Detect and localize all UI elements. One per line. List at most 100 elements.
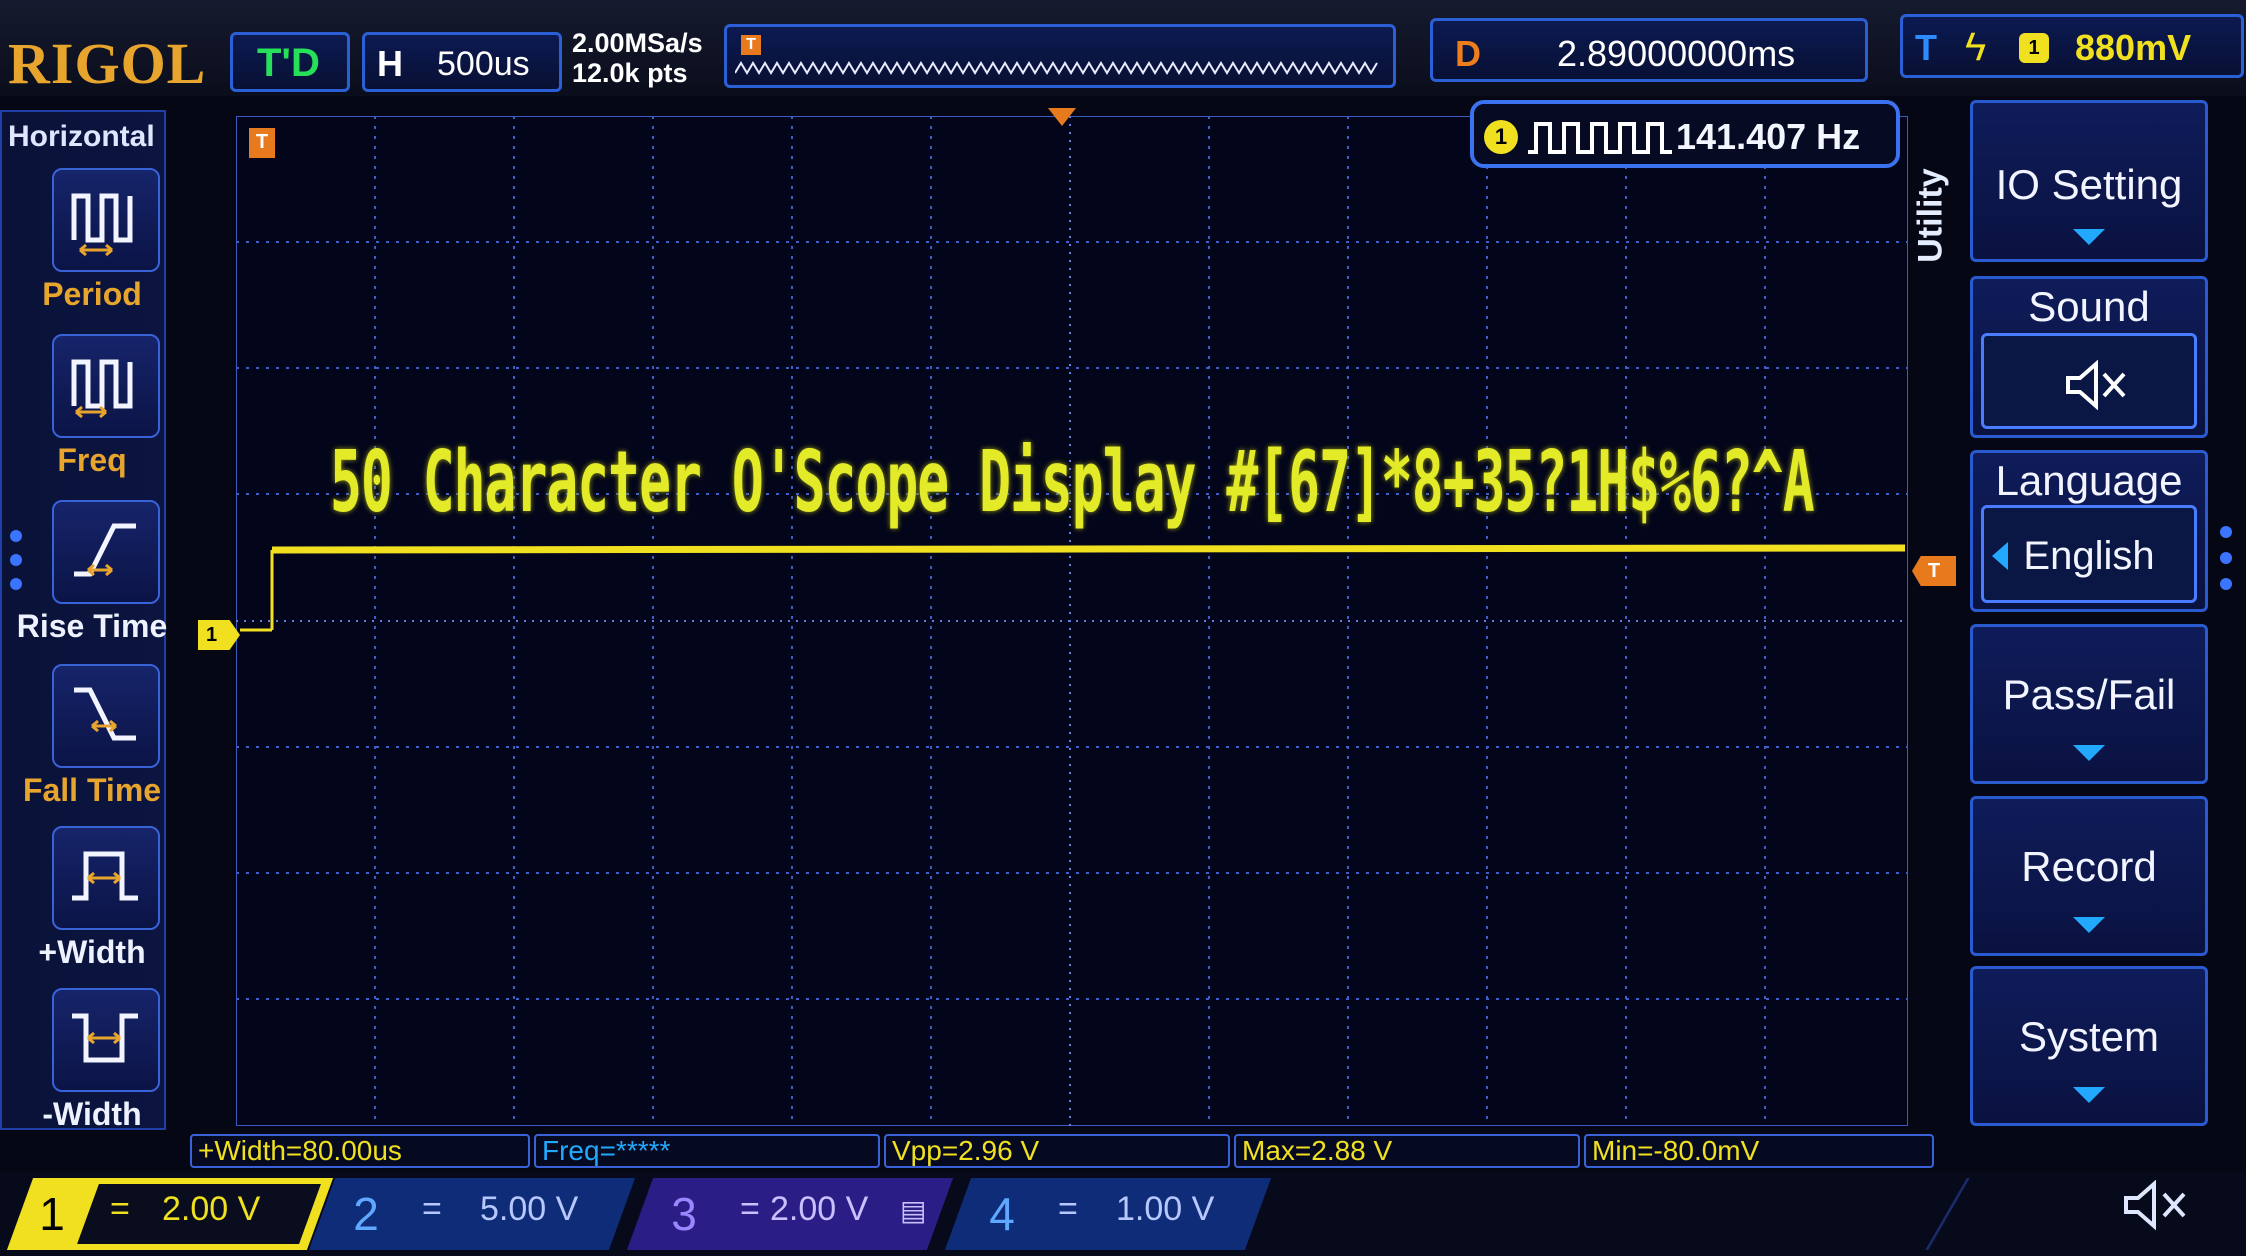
chevron-down-icon [2073, 229, 2105, 245]
trigger-indicator[interactable]: T ϟ 1 880mV [1900, 14, 2244, 78]
channel-bar: 1 = 2.00 V 2 = 5.00 V 3 = 2.00 V ▤ 4 = 1… [0, 1172, 2246, 1256]
counter-channel-badge: 1 [1484, 120, 1518, 154]
brand-logo: RIGOL [8, 31, 207, 96]
timebase-indicator[interactable]: H 500us [362, 32, 562, 92]
language-select[interactable]: English [1981, 505, 2197, 603]
memory-trigger-marker: T [741, 35, 761, 55]
mute-icon [2066, 360, 2126, 410]
channel-3-tab[interactable]: 3 = 2.00 V ▤ [626, 1178, 960, 1250]
measurement-frequency[interactable]: Freq=***** [534, 1134, 880, 1168]
measure-period[interactable]: Period [2, 162, 168, 322]
channel-2-number: 2 [353, 1188, 379, 1240]
speaker-muted-icon [2124, 1180, 2186, 1231]
sound-toggle[interactable] [1981, 333, 2197, 429]
channel-1-number: 1 [39, 1188, 65, 1240]
square-wave-icon [1528, 122, 1672, 154]
memory-overview: T [724, 24, 1396, 88]
chevron-down-icon [2073, 745, 2105, 761]
positive-width-label: +Width [38, 934, 146, 970]
menu-section-label: Utility [1911, 168, 1950, 263]
language-label: Language [1995, 457, 2183, 504]
trigger-level-value: 880mV [2075, 27, 2192, 68]
bandwidth-limit-icon: ▤ [900, 1195, 927, 1226]
timebase-value: 500us [437, 45, 530, 83]
memory-depth: 12.0k pts [572, 58, 688, 88]
menu-section-tab: Utility [1911, 96, 1966, 336]
channel-2-scale: 5.00 V [480, 1190, 579, 1228]
fall-time-icon [52, 664, 160, 768]
positive-width-icon [52, 826, 160, 930]
trigger-time-marker: T [249, 128, 275, 158]
channel-4-scale: 1.00 V [1116, 1190, 1215, 1228]
counter-value: 141.407 Hz [1676, 116, 1861, 157]
trigger-label: T [1915, 27, 1937, 68]
channel-2-coupling: = [422, 1190, 442, 1228]
acquisition-info: 2.00MSa/s 12.0k pts [572, 28, 703, 88]
measurement-vpp[interactable]: Vpp=2.96 V [884, 1134, 1230, 1168]
menu-sound[interactable]: Sound [1970, 276, 2208, 438]
record-label: Record [2021, 843, 2157, 890]
measurement-max[interactable]: Max=2.88 V [1234, 1134, 1580, 1168]
channel-1-scale: 2.00 V [162, 1190, 261, 1228]
system-label: System [2018, 1013, 2160, 1060]
fall-time-label: Fall Time [22, 772, 162, 808]
chevron-down-icon [2073, 1087, 2105, 1103]
measure-negative-width[interactable]: -Width [2, 982, 168, 1142]
run-state-indicator[interactable]: T'D [230, 32, 350, 92]
trigger-position-marker [1048, 108, 1076, 126]
sound-label: Sound [2028, 283, 2150, 330]
channel-1-tab[interactable]: 1 = 2.00 V [0, 1178, 334, 1250]
right-scroll-indicator [2220, 526, 2232, 604]
measure-rise-time[interactable]: Rise Time [2, 494, 168, 654]
channel-4-tab[interactable]: 4 = 1.00 V [944, 1178, 1278, 1250]
oscilloscope-screen: RIGOL T'D H 500us 2.00MSa/s 12.0k pts T … [0, 0, 2246, 1256]
waveform-graticule [236, 116, 1908, 1126]
channel-1-offset-marker[interactable]: 1 [198, 620, 240, 650]
measure-freq[interactable]: Freq [2, 328, 168, 488]
negative-width-icon [52, 988, 160, 1092]
rising-edge-icon: ϟ [1965, 25, 1987, 69]
period-icon [52, 168, 160, 272]
channel-3-number: 3 [671, 1188, 697, 1240]
memory-waveform-preview [735, 61, 1378, 75]
menu-pass-fail[interactable]: Pass/Fail [1970, 624, 2208, 784]
left-scroll-indicator [10, 530, 22, 602]
run-state-text: T'D [257, 41, 320, 85]
rise-time-icon [52, 500, 160, 604]
channel-4-number: 4 [989, 1188, 1015, 1240]
menu-language[interactable]: Language English [1970, 450, 2208, 612]
measurement-positive-width[interactable]: +Width=80.00us [190, 1134, 530, 1168]
measure-panel: Horizontal Period Freq Rise Time Fall Ti… [0, 110, 168, 1132]
channel-3-scale: 2.00 V [770, 1190, 869, 1228]
frequency-counter: 1 141.407 Hz [1470, 100, 1900, 168]
measurement-min[interactable]: Min=-80.0mV [1584, 1134, 1934, 1168]
freq-icon [52, 334, 160, 438]
pass-fail-label: Pass/Fail [2002, 671, 2176, 718]
channel-1-coupling: = [110, 1190, 130, 1228]
delay-label: D [1455, 33, 1481, 74]
chevron-down-icon [2073, 917, 2105, 933]
measure-positive-width[interactable]: +Width [2, 820, 168, 980]
delay-indicator[interactable]: D 2.89000000ms [1430, 18, 1868, 82]
timebase-label: H [377, 43, 403, 84]
freq-label: Freq [57, 442, 127, 478]
measurement-results: +Width=80.00us Freq=***** Vpp=2.96 V Max… [190, 1134, 1946, 1170]
character-display-overlay: 50 Character O'Scope Display #[67]*8+35?… [330, 434, 1815, 532]
measure-fall-time[interactable]: Fall Time [2, 658, 168, 818]
io-setting-label: IO Setting [1995, 161, 2183, 208]
channel-2-tab[interactable]: 2 = 5.00 V [308, 1178, 642, 1250]
language-value: English [2023, 534, 2155, 578]
trigger-level-marker[interactable]: T [1912, 556, 1956, 586]
negative-width-label: -Width [42, 1096, 142, 1132]
rise-time-label: Rise Time [16, 608, 168, 644]
trigger-source-badge: 1 [2019, 33, 2049, 63]
delay-value: 2.89000000ms [1557, 33, 1796, 74]
menu-record[interactable]: Record [1970, 796, 2208, 956]
period-label: Period [42, 276, 142, 312]
sample-rate: 2.00MSa/s [572, 28, 703, 58]
channel-3-coupling: = [740, 1190, 760, 1228]
menu-system[interactable]: System [1970, 966, 2208, 1126]
menu-io-setting[interactable]: IO Setting [1970, 100, 2208, 262]
measure-panel-title: Horizontal [8, 120, 155, 153]
channel-4-coupling: = [1058, 1190, 1078, 1228]
